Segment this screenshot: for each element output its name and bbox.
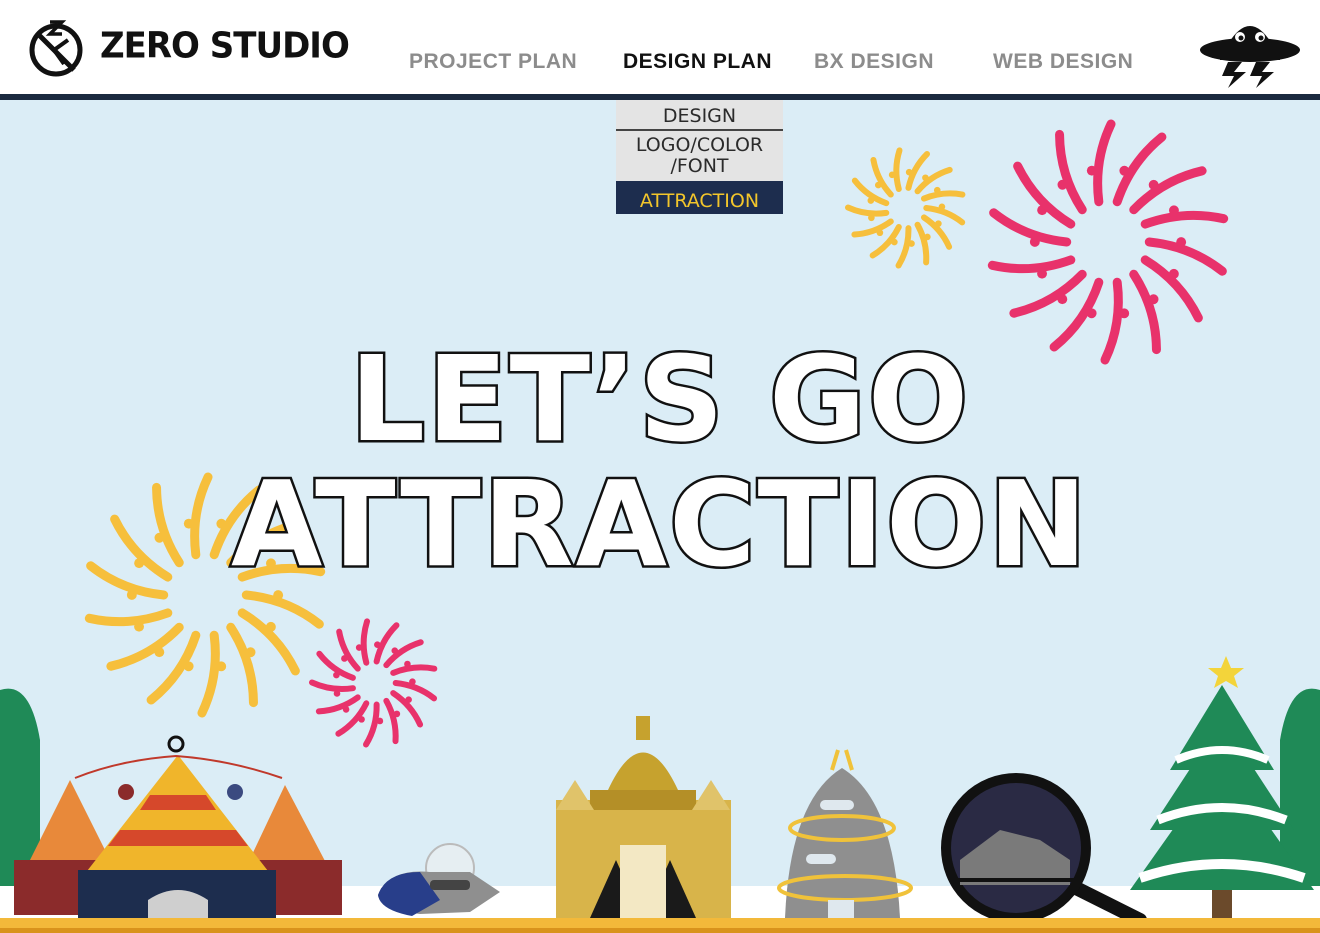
hero-title-line1: LET’S GO bbox=[347, 328, 971, 471]
submenu-item-design[interactable]: DESIGN bbox=[616, 100, 783, 131]
submenu-item-label: /FONT bbox=[670, 155, 729, 177]
nav-bx-design[interactable]: BX DESIGN bbox=[814, 50, 934, 74]
nav-design-plan[interactable]: DESIGN PLAN bbox=[623, 50, 772, 74]
nav-project-plan[interactable]: PROJECT PLAN bbox=[409, 50, 577, 74]
submenu-item-attraction[interactable]: ATTRACTION bbox=[616, 181, 783, 214]
brand-name[interactable]: ZERO STUDIO bbox=[100, 25, 350, 67]
ground-edge bbox=[0, 928, 1320, 933]
site-header: ZERO STUDIO PROJECT PLAN DESIGN PLAN BX … bbox=[0, 0, 1320, 95]
design-plan-submenu: DESIGN LOGO/COLOR /FONT ATTRACTION bbox=[616, 100, 783, 214]
logo-mark-icon[interactable] bbox=[28, 18, 84, 78]
submenu-item-logo-color-font[interactable]: LOGO/COLOR /FONT bbox=[616, 131, 783, 181]
hero-title-line2: ATTRACTION bbox=[228, 453, 1090, 596]
ufo-mascot-icon[interactable] bbox=[1198, 14, 1302, 92]
nav-web-design[interactable]: WEB DESIGN bbox=[993, 50, 1133, 74]
submenu-item-label: LOGO/COLOR bbox=[635, 134, 764, 156]
